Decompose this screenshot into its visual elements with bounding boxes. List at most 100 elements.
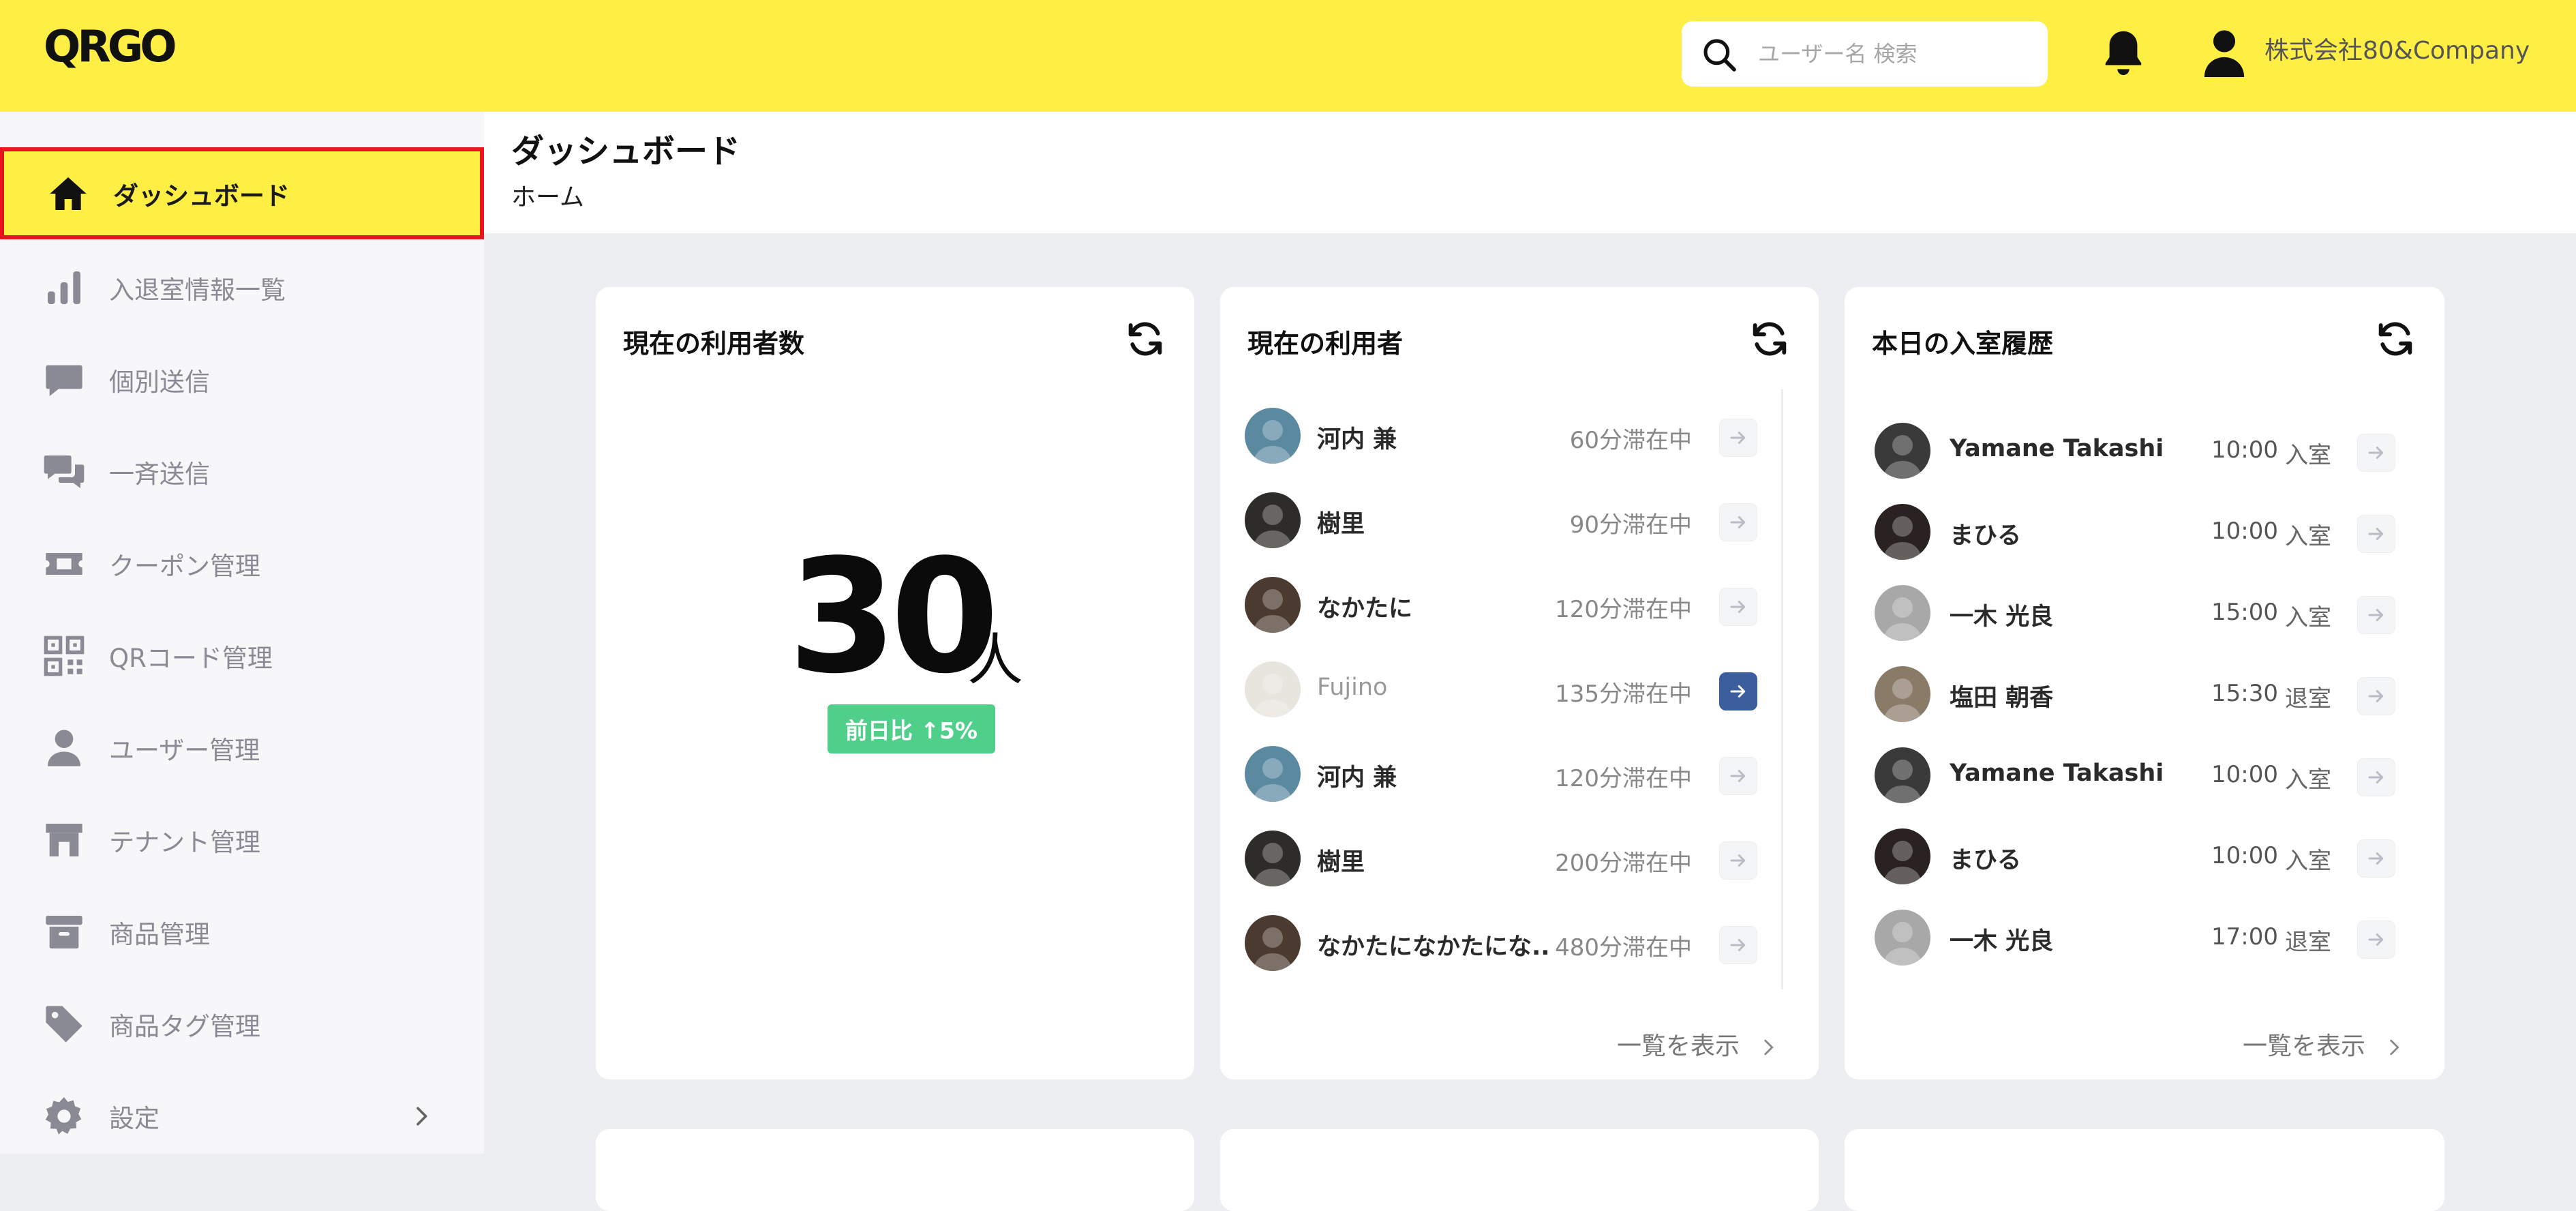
arrow-right-icon — [1730, 685, 1746, 698]
logo[interactable]: QRGO — [44, 23, 177, 71]
avatar — [1875, 666, 1930, 722]
user-row[interactable]: 河内 兼 120分滞在中 — [1220, 743, 1819, 805]
stay-duration: 90分滞在中 — [1569, 511, 1692, 539]
view-all-link[interactable]: 一覧を表示 — [1617, 1026, 1780, 1062]
arrow-right-icon — [1730, 854, 1746, 867]
arrow-right-icon — [2368, 852, 2384, 865]
entry-type: 入室 — [2285, 766, 2331, 794]
detail-button[interactable] — [2357, 596, 2395, 634]
user-name: Fujino — [1317, 674, 1388, 701]
detail-button[interactable] — [2357, 839, 2395, 878]
sidebar-item-users[interactable]: ユーザー管理 — [0, 702, 484, 794]
user-row[interactable]: Fujino 135分滞在中 — [1220, 659, 1819, 720]
view-all-link[interactable]: 一覧を表示 — [2243, 1026, 2406, 1062]
user-name: 河内 兼 — [1317, 426, 1397, 453]
detail-button[interactable] — [2357, 515, 2395, 553]
history-row[interactable]: まひる 10:00 入室 — [1845, 501, 2444, 563]
history-row[interactable]: 塩田 朝香 15:30 退室 — [1845, 663, 2444, 725]
detail-button[interactable] — [2357, 758, 2395, 796]
user-row[interactable]: 樹里 90分滞在中 — [1220, 490, 1819, 551]
sidebar: ダッシュボード 入退室情報一覧 個別送信 一斉送信 クーポン管理 QRコード管理… — [0, 112, 484, 1154]
stay-duration: 120分滞在中 — [1555, 596, 1692, 623]
user-name: まひる — [1950, 847, 2022, 874]
person-icon — [48, 729, 80, 766]
history-row[interactable]: 一木 光良 17:00 退室 — [1845, 907, 2444, 968]
entry-time: 10:00 — [2211, 761, 2278, 788]
dashboard-card — [596, 1129, 1194, 1211]
detail-button[interactable] — [2357, 677, 2395, 715]
sidebar-item-label: 一斉送信 — [109, 459, 210, 489]
arrow-right-icon — [2368, 528, 2384, 540]
bell-icon[interactable] — [2100, 26, 2147, 80]
history-row[interactable]: Yamane Takashi 10:00 入室 — [1845, 745, 2444, 806]
stay-duration: 120分滞在中 — [1555, 765, 1692, 792]
entry-time: 15:30 — [2211, 680, 2278, 707]
qr-code-icon — [44, 636, 85, 676]
view-all-label: 一覧を表示 — [2243, 1032, 2366, 1060]
avatar — [1875, 747, 1930, 803]
breadcrumb[interactable]: ホーム — [511, 177, 584, 213]
avatar — [1245, 746, 1301, 802]
user-row[interactable]: なかたに 120分滞在中 — [1220, 574, 1819, 636]
sidebar-item-dashboard[interactable]: ダッシュボード — [0, 147, 484, 239]
detail-button[interactable] — [2357, 434, 2395, 472]
sidebar-item-label: QRコード管理 — [109, 643, 273, 673]
sidebar-item-settings[interactable]: 設定 — [0, 1070, 484, 1162]
account-name[interactable]: 株式会社80&Company — [2264, 34, 2530, 68]
account-icon[interactable] — [2200, 26, 2248, 80]
detail-button[interactable] — [1719, 926, 1757, 964]
detail-button[interactable] — [1719, 841, 1757, 880]
detail-button[interactable] — [1719, 757, 1757, 795]
detail-button[interactable] — [1719, 503, 1757, 541]
history-row[interactable]: まひる 10:00 入室 — [1845, 826, 2444, 887]
detail-button[interactable] — [1719, 672, 1757, 711]
avatar — [1245, 831, 1301, 886]
sidebar-item-broadcast[interactable]: 一斉送信 — [0, 425, 484, 518]
refresh-icon[interactable] — [2374, 317, 2417, 361]
sidebar-item-product-tags[interactable]: 商品タグ管理 — [0, 978, 484, 1070]
user-name: 一木 光良 — [1950, 603, 2054, 631]
sidebar-item-entry-log[interactable]: 入退室情報一覧 — [0, 241, 484, 333]
search-box[interactable] — [1682, 21, 2048, 87]
avatar — [1245, 492, 1301, 548]
avatar — [1875, 828, 1930, 884]
avatar — [1245, 915, 1301, 971]
refresh-icon[interactable] — [1748, 317, 1791, 361]
detail-button[interactable] — [1719, 588, 1757, 626]
archive-box-icon — [46, 915, 82, 948]
user-row[interactable]: 樹里 200分滞在中 — [1220, 828, 1819, 889]
sidebar-item-coupon[interactable]: クーポン管理 — [0, 518, 484, 610]
sidebar-item-label: 設定 — [109, 1103, 160, 1133]
user-name: まひる — [1950, 522, 2022, 550]
sidebar-item-label: 個別送信 — [109, 367, 210, 397]
detail-button[interactable] — [2357, 921, 2395, 959]
arrow-right-icon — [2368, 933, 2384, 946]
detail-button[interactable] — [1719, 419, 1757, 457]
search-input[interactable] — [1757, 33, 2029, 74]
sidebar-item-label: 入退室情報一覧 — [109, 275, 286, 305]
sidebar-item-tenants[interactable]: テナント管理 — [0, 794, 484, 886]
refresh-icon[interactable] — [1123, 317, 1167, 361]
user-row[interactable]: 河内 兼 60分滞在中 — [1220, 405, 1819, 466]
sidebar-item-individual-send[interactable]: 個別送信 — [0, 333, 484, 425]
entry-type: 退室 — [2285, 685, 2331, 713]
history-row[interactable]: Yamane Takashi 10:00 入室 — [1845, 420, 2444, 481]
entry-type: 入室 — [2285, 442, 2331, 469]
sidebar-item-label: 商品タグ管理 — [109, 1011, 260, 1041]
ticket-icon — [46, 552, 82, 575]
sidebar-item-products[interactable]: 商品管理 — [0, 886, 484, 978]
user-count-value: 30 — [788, 526, 999, 708]
chat-bubble-icon — [46, 365, 82, 396]
chat-bubbles-icon — [44, 455, 85, 488]
avatar — [1245, 577, 1301, 633]
entry-type: 入室 — [2285, 523, 2331, 550]
entry-type: 入室 — [2285, 604, 2331, 631]
sidebar-item-qr[interactable]: QRコード管理 — [0, 610, 484, 702]
current-count-card: 現在の利用者数 30 人 前日比 ↑5% — [596, 287, 1194, 1079]
current-users-card: 現在の利用者 河内 兼 60分滞在中 樹里 90分滞在中 なかたに 120分滞在中 Fuji… — [1220, 287, 1819, 1079]
user-row[interactable]: なかたになかたにな... 480分滞在中 — [1220, 912, 1819, 974]
view-all-label: 一覧を表示 — [1617, 1032, 1740, 1060]
history-row[interactable]: 一木 光良 15:00 入室 — [1845, 582, 2444, 644]
bar-chart-icon — [48, 271, 80, 304]
user-name: なかたになかたにな... — [1317, 933, 1549, 961]
